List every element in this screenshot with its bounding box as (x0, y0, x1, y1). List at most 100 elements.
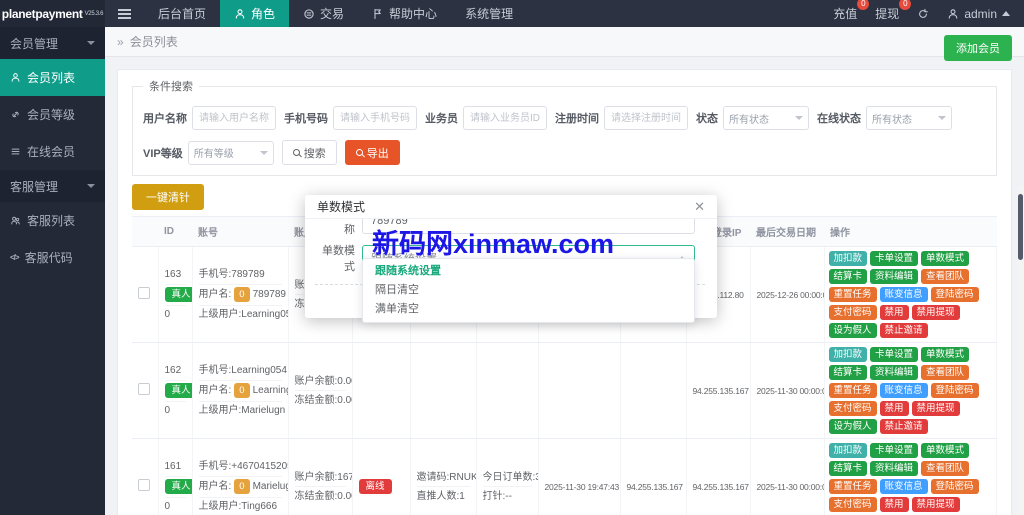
chevron-down-icon (87, 41, 95, 45)
op-button[interactable]: 禁用提现 (911, 401, 960, 416)
username-input[interactable] (192, 106, 276, 130)
op-button[interactable]: 账变信息 (879, 479, 928, 494)
op-button[interactable]: 查看团队 (921, 365, 970, 380)
row-checkbox[interactable] (138, 479, 150, 491)
row-checkbox[interactable] (138, 287, 150, 299)
sidebar-collapse-icon[interactable] (105, 0, 144, 27)
op-button[interactable]: 禁用 (879, 305, 909, 320)
regtime-input[interactable] (604, 106, 688, 130)
search-fieldset: 条件搜索 用户名称 手机号码 业务员 注册时间 (132, 78, 997, 176)
op-button[interactable]: 登陆密码 (930, 479, 979, 494)
op-button[interactable]: 禁止邀请 (879, 419, 928, 434)
op-button[interactable]: 禁用提现 (911, 305, 960, 320)
export-button[interactable]: 导出 (344, 140, 400, 165)
op-button[interactable]: 禁用提现 (911, 497, 960, 512)
sidebar-item-member-list[interactable]: 会员列表 (0, 59, 105, 96)
op-button[interactable]: 支付密码 (828, 497, 877, 512)
salesman-input[interactable] (463, 106, 547, 130)
dropdown-option[interactable]: 满单清空 (363, 300, 694, 319)
op-button[interactable]: 结算卡 (828, 269, 868, 284)
op-button[interactable]: 账变信息 (879, 287, 928, 302)
cell-id: 162 真人 0 (158, 342, 193, 439)
vip-select[interactable]: 所有等级 (187, 140, 274, 165)
sidebar-item-online-members[interactable]: 在线会员 (0, 133, 105, 170)
breadcrumb-label: 会员列表 (129, 35, 178, 49)
nav-help[interactable]: 帮助中心 (358, 0, 451, 27)
list-icon (11, 148, 20, 155)
admin-menu[interactable]: admin (947, 7, 1010, 21)
op-button[interactable]: 资料编辑 (870, 365, 919, 380)
nav-roles[interactable]: 角色 (220, 0, 290, 27)
op-button[interactable]: 禁用 (879, 401, 909, 416)
op-button[interactable]: 资料编辑 (870, 269, 919, 284)
cell-checkbox (132, 342, 159, 439)
op-button[interactable]: 查看团队 (921, 269, 970, 284)
op-button[interactable]: 支付密码 (828, 305, 877, 320)
op-button[interactable]: 支付密码 (828, 401, 877, 416)
admin-user-icon (949, 8, 958, 19)
op-button[interactable]: 卡单设置 (870, 251, 919, 266)
chevron-down-icon (87, 184, 95, 188)
op-button[interactable]: 账变信息 (879, 383, 928, 398)
phone-input[interactable] (333, 106, 417, 130)
op-button[interactable]: 加扣款 (828, 251, 868, 266)
op-button[interactable]: 单数模式 (921, 251, 970, 266)
nav-dashboard[interactable]: 后台首页 (144, 0, 220, 27)
op-button[interactable]: 加扣款 (828, 347, 868, 362)
dropdown-option[interactable]: 跟随系统设置 (363, 262, 694, 281)
withdraw-link[interactable]: 提现 0 (875, 0, 912, 22)
op-button[interactable]: 重置任务 (828, 383, 877, 398)
op-button[interactable]: 结算卡 (828, 461, 868, 476)
cell-id: 161 真人 0 (158, 438, 193, 515)
real-user-badge: 真人 (164, 479, 191, 494)
online-status-select[interactable]: 所有状态 (866, 106, 952, 130)
clear-all-button[interactable]: 一键清针 (132, 184, 204, 210)
cell-lastdate: 2025-11-30 00:00:00 (750, 438, 825, 515)
op-button[interactable]: 登陆密码 (930, 287, 979, 302)
admin-name: admin (964, 6, 997, 21)
flag-icon (374, 8, 381, 19)
op-button[interactable]: 卡单设置 (870, 443, 919, 458)
field-username: 用户名称 (143, 106, 276, 130)
op-button[interactable]: 卡单设置 (870, 347, 919, 362)
cell-invite (410, 342, 477, 439)
op-button[interactable]: 单数模式 (921, 347, 970, 362)
close-icon[interactable]: ✕ (694, 200, 705, 213)
cell-balance: 账户余额:0.00冻结金额:0.00 (288, 342, 353, 439)
cell-regip: 94.255.135.167 (620, 438, 687, 515)
refresh-icon[interactable] (917, 8, 929, 20)
op-button[interactable]: 结算卡 (828, 365, 868, 380)
op-button[interactable]: 禁止邀请 (879, 323, 928, 338)
recharge-link[interactable]: 充值 0 (833, 0, 870, 22)
op-button[interactable]: 重置任务 (828, 287, 877, 302)
op-button[interactable]: 设为假人 (828, 419, 877, 434)
cell-ops: 加扣款 卡单设置 单数模式 结算卡 资料编辑 查看团队 重置任务 账变信息 登陆密码 支付密码 禁用… (824, 342, 997, 439)
row-checkbox[interactable] (138, 383, 150, 395)
op-button[interactable]: 资料编辑 (870, 461, 919, 476)
dropdown-option[interactable]: 隔日清空 (363, 281, 694, 300)
sidebar-item-support-list[interactable]: 客服列表 (0, 202, 105, 239)
cell-invite: 邀请码:RNUKYW直推人数:1 (410, 438, 477, 515)
status-select[interactable]: 所有状态 (723, 106, 809, 130)
op-button[interactable]: 加扣款 (828, 443, 868, 458)
add-member-button[interactable]: 添加会员 (944, 35, 1012, 61)
sidebar-item-support-code[interactable]: </> 客服代码 (0, 239, 105, 276)
order-mode-dropdown: 跟随系统设置 隔日清空 满单清空 (362, 258, 695, 323)
sidebar-section-members[interactable]: 会员管理 (0, 27, 105, 59)
search-button[interactable]: 搜索 (281, 140, 337, 165)
op-button[interactable]: 登陆密码 (930, 383, 979, 398)
link-icon (12, 111, 19, 118)
nav-system[interactable]: 系统管理 (451, 0, 527, 27)
modal-header: 单数模式 ✕ (305, 195, 717, 219)
nav-trade[interactable]: 交易 (289, 0, 358, 27)
sidebar-item-member-level[interactable]: 会员等级 (0, 96, 105, 133)
cell-orders: 今日订单数:30/30打针:-- (476, 438, 539, 515)
top-nav: 后台首页 角色 交易 帮助中心 系统管理 (144, 0, 527, 27)
sidebar-section-support[interactable]: 客服管理 (0, 170, 105, 202)
op-button[interactable]: 重置任务 (828, 479, 877, 494)
op-button[interactable]: 查看团队 (921, 461, 970, 476)
op-button[interactable]: 禁用 (879, 497, 909, 512)
op-button[interactable]: 单数模式 (921, 443, 970, 458)
scrollbar-thumb[interactable] (1018, 194, 1023, 260)
op-button[interactable]: 设为假人 (828, 323, 877, 338)
